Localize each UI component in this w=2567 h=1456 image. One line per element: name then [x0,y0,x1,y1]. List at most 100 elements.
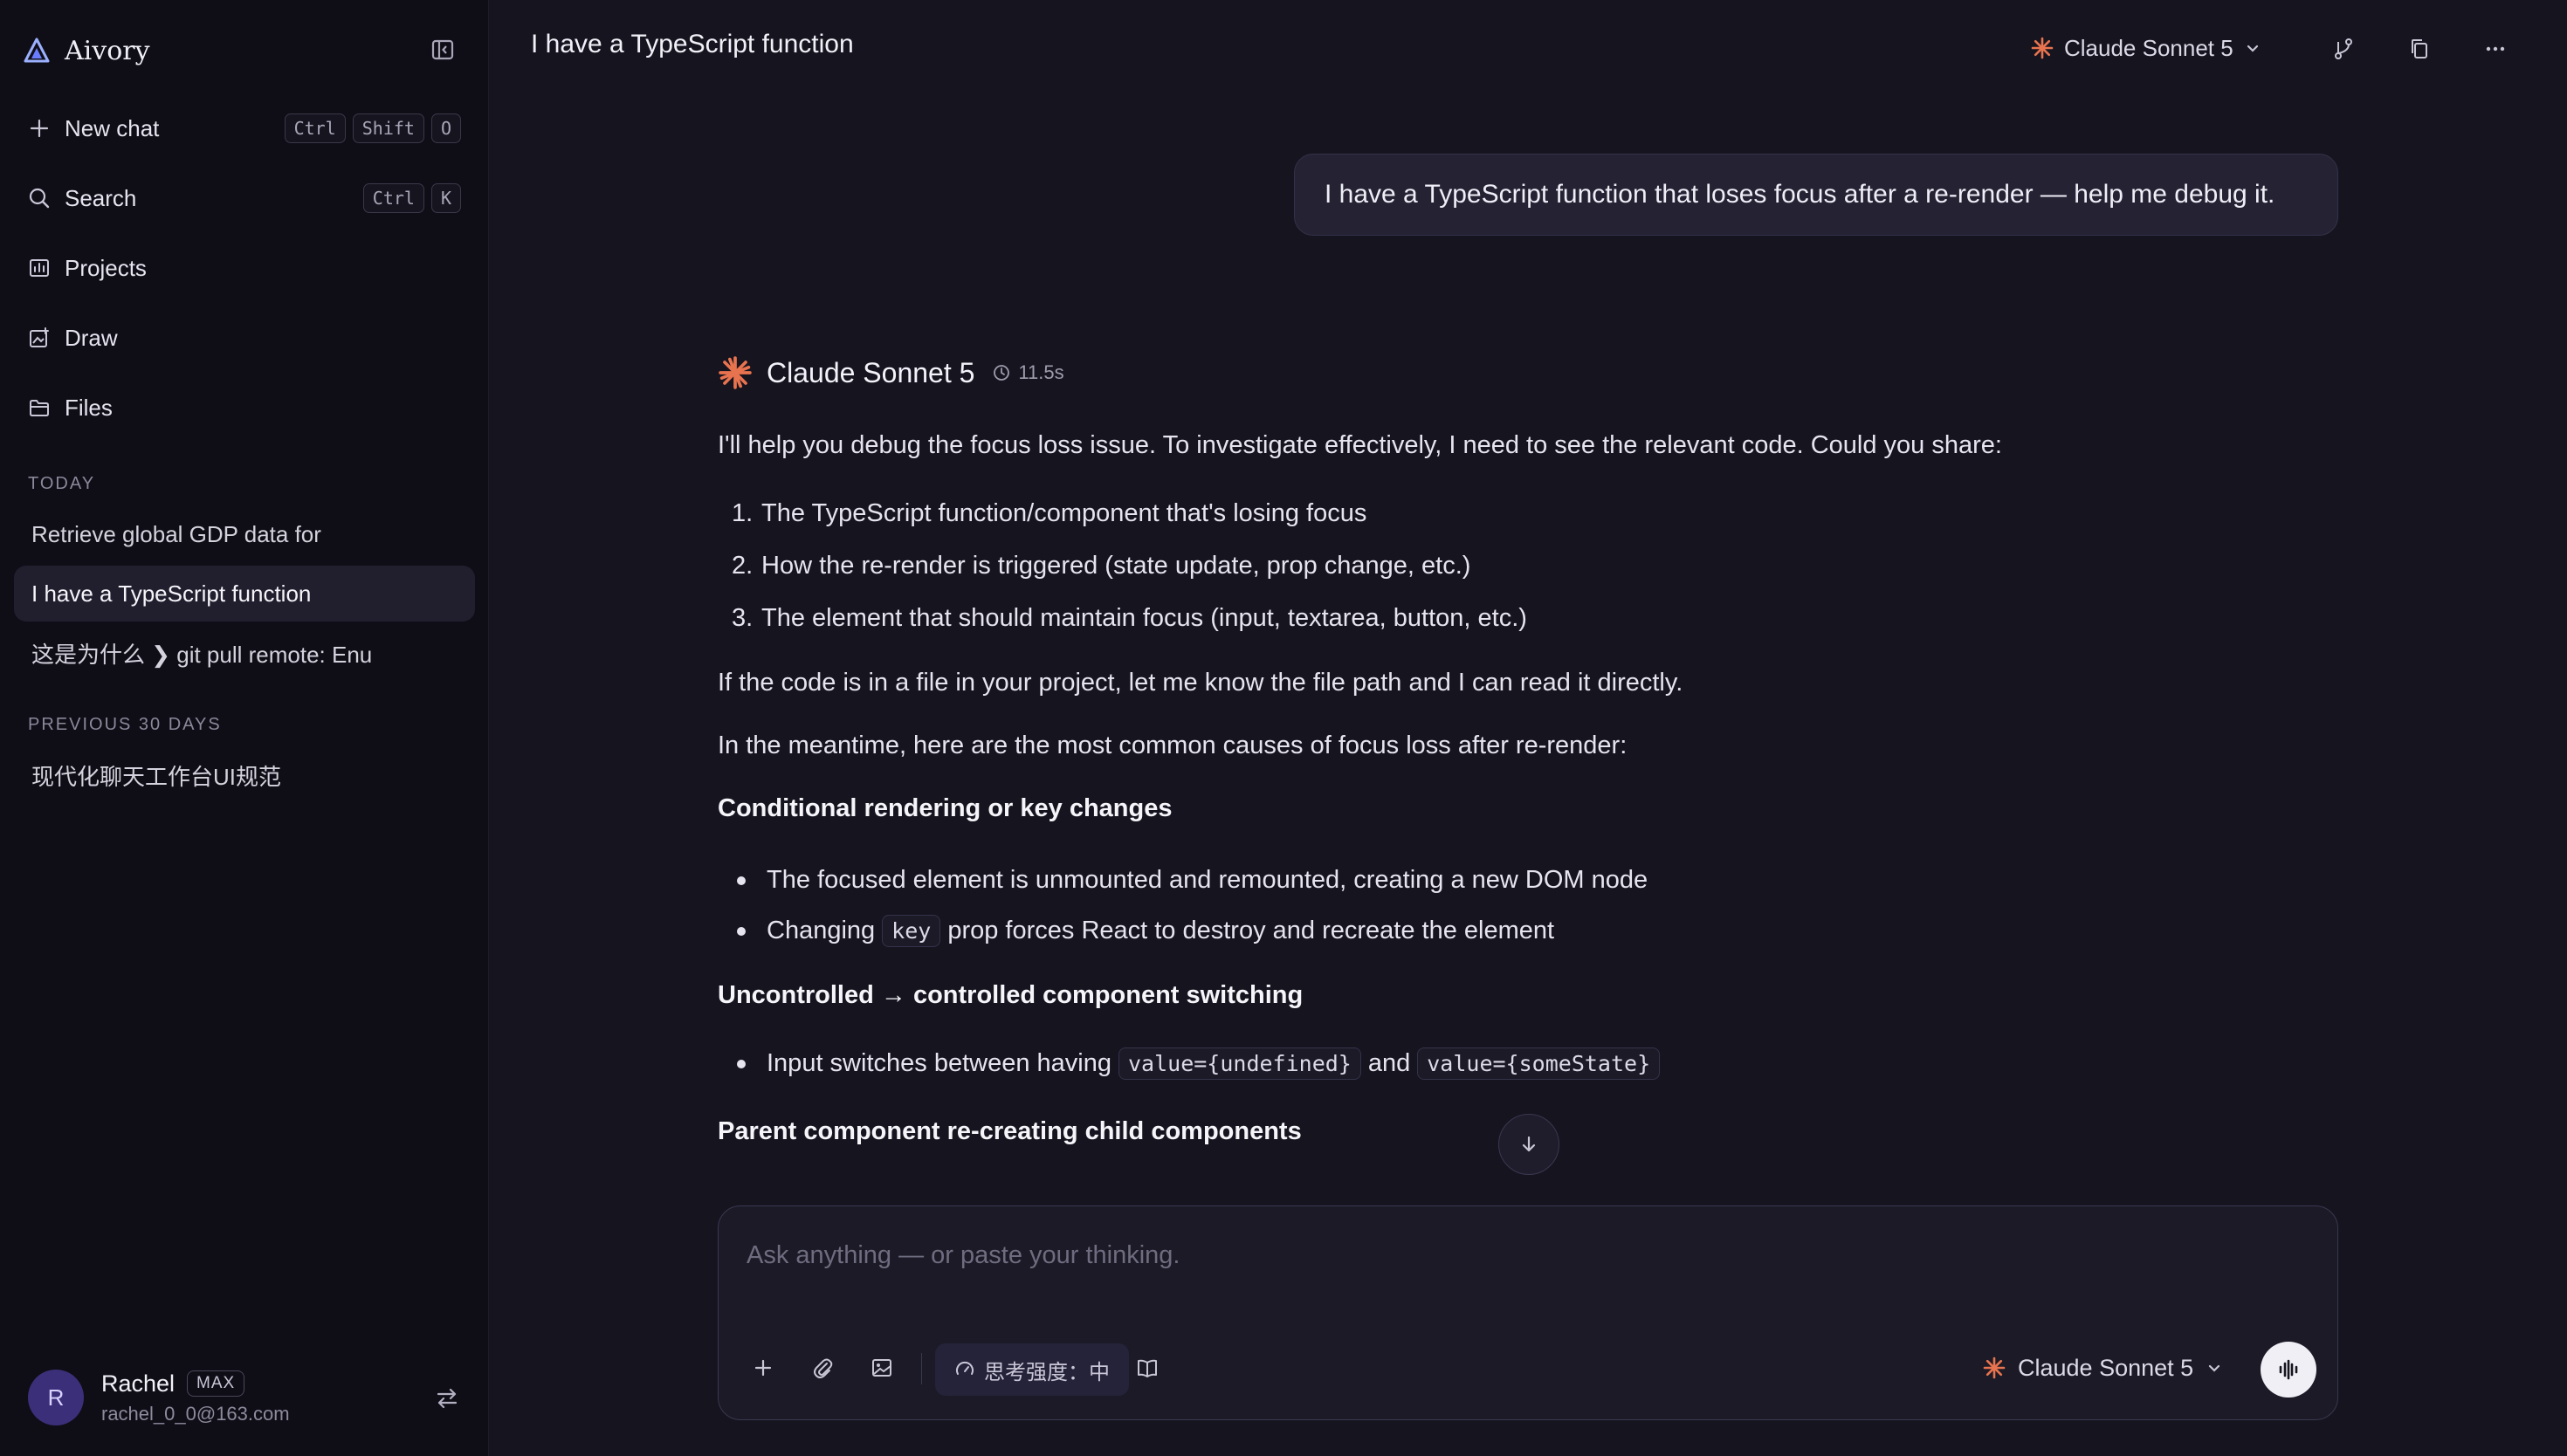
cause-heading: Conditional rendering or key changes [718,794,1173,822]
list-item-text: The element that should maintain focus (… [761,604,1527,632]
list-item-text: The TypeScript function/component that's… [761,499,1367,527]
model-selector[interactable]: Claude Sonnet 5 [2031,30,2261,66]
more-icon [2483,37,2508,61]
user-name-row: Rachel MAX [101,1370,290,1398]
list-item: Changing key prop forces React to destro… [732,915,1554,947]
switch-icon [434,1385,460,1411]
list-marker: 3. [732,604,754,632]
copy-button[interactable] [2402,31,2437,66]
inline-code: value={undefined} [1118,1047,1361,1080]
bullet [737,876,746,885]
chevron-down-icon [2206,1359,2223,1377]
gauge-icon [954,1359,984,1380]
projects-icon [24,253,54,283]
history-item[interactable]: 现代化聊天工作台UI规范 [14,747,475,803]
list-marker: 1. [732,499,754,527]
composer-model-name: Claude Sonnet 5 [2018,1354,2194,1381]
kbd-key: O [430,113,461,143]
cause-heading: Uncontrolled → controlled component swit… [718,981,1304,1009]
user-info: Rachel MAX rachel_0_0@163.com [101,1370,290,1425]
draw-button[interactable]: Draw [24,311,461,365]
branch-button[interactable] [2326,31,2361,66]
clock-icon [992,363,1018,382]
list-item: The focused element is unmounted and rem… [732,866,1648,895]
list-item-text: The focused element is unmounted and rem… [767,866,1648,894]
thinking-effort-button[interactable]: 思考强度：中 [935,1343,1129,1396]
causes-intro: In the meantime, here are the most commo… [718,731,1628,759]
assistant-header: Claude Sonnet 5 11.5s [718,353,1064,393]
inline-code: value={someState} [1417,1047,1661,1080]
brand[interactable]: Aivory [23,31,150,70]
brand-name: Aivory [65,35,150,66]
voice-button[interactable] [2261,1342,2316,1398]
search-shortcut: Ctrl K [362,183,461,213]
search-label: Search [65,184,137,211]
composer-model-selector[interactable]: Claude Sonnet 5 [1983,1348,2223,1388]
add-button[interactable] [743,1348,783,1388]
list-item: 1. The TypeScript function/component tha… [732,499,1366,528]
arrow-down-icon [1517,1133,1540,1156]
kbd-key: K [430,183,461,213]
user-message: I have a TypeScript function that loses … [1294,154,2338,236]
list-item-text: Changing [767,917,876,944]
user-email: rachel_0_0@163.com [101,1402,290,1425]
avatar: R [28,1370,84,1425]
folder-icon [24,393,54,422]
scroll-to-bottom-button[interactable] [1498,1114,1559,1175]
chevron-down-icon [2244,39,2261,57]
logo-icon [23,37,51,65]
attach-button[interactable] [802,1348,843,1388]
list-item-text: How the re-render is triggered (state up… [761,552,1471,580]
section-label-today: TODAY [28,474,96,493]
message-input[interactable] [747,1229,2301,1281]
composer: 思考强度：中 Claude Sonnet 5 [718,1205,2338,1420]
new-chat-label: New chat [65,114,160,141]
image-icon [870,1356,894,1380]
branch-icon [2331,37,2356,61]
spark-icon [718,355,753,390]
list-item-text: prop forces React to destroy and recreat… [947,917,1555,944]
history-item[interactable]: 这是为什么 ❯ git pull remote: Enu [14,625,475,681]
switch-account-button[interactable] [430,1381,465,1416]
list-item-text: Input switches between having [767,1049,1111,1077]
user-name: Rachel [101,1370,175,1397]
search-icon [24,183,54,213]
image-button[interactable] [862,1348,902,1388]
list-marker: 2. [732,552,754,580]
chat-title: I have a TypeScript function [531,30,854,58]
assistant-model-name: Claude Sonnet 5 [767,356,975,388]
inline-code: key [882,915,941,947]
sidebar: Aivory New chat Ctrl Shift O Search Ctrl… [0,0,489,1456]
copy-icon [2407,37,2432,61]
history-item-active[interactable]: I have a TypeScript function [14,566,475,622]
list-item: Input switches between having value={und… [732,1047,1667,1080]
plus-icon [752,1356,774,1379]
new-chat-button[interactable]: New chat Ctrl Shift O [24,101,461,155]
list-item: 2. How the re-render is triggered (state… [732,552,1470,580]
new-chat-shortcut: Ctrl Shift O [284,113,461,143]
sidebar-toggle-icon [430,38,455,62]
projects-button[interactable]: Projects [24,241,461,295]
files-button[interactable]: Files [24,381,461,435]
bullet [737,926,746,936]
cause-heading: Parent component re-creating child compo… [718,1117,1302,1145]
draw-label: Draw [65,324,118,351]
model-name: Claude Sonnet 5 [2064,34,2233,61]
user-profile[interactable]: R Rachel MAX rachel_0_0@163.com [28,1369,465,1426]
assistant-intro: I'll help you debug the focus loss issue… [718,431,2002,459]
kbd-key: Ctrl [284,113,346,143]
sidebar-toggle-button[interactable] [428,35,458,65]
library-button[interactable] [1127,1348,1167,1388]
projects-label: Projects [65,254,147,281]
kbd-key: Ctrl [362,183,424,213]
paperclip-icon [810,1356,835,1380]
history-item[interactable]: Retrieve global GDP data for [14,506,475,562]
spark-icon [2031,37,2054,59]
thinking-effort-label: 思考强度：中 [984,1360,1110,1384]
list-item: 3. The element that should maintain focu… [732,604,1527,633]
waveform-icon [2275,1356,2302,1383]
search-button[interactable]: Search Ctrl K [24,171,461,225]
elapsed-time: 11.5s [992,361,1064,384]
more-button[interactable] [2478,31,2513,66]
divider [921,1353,922,1384]
